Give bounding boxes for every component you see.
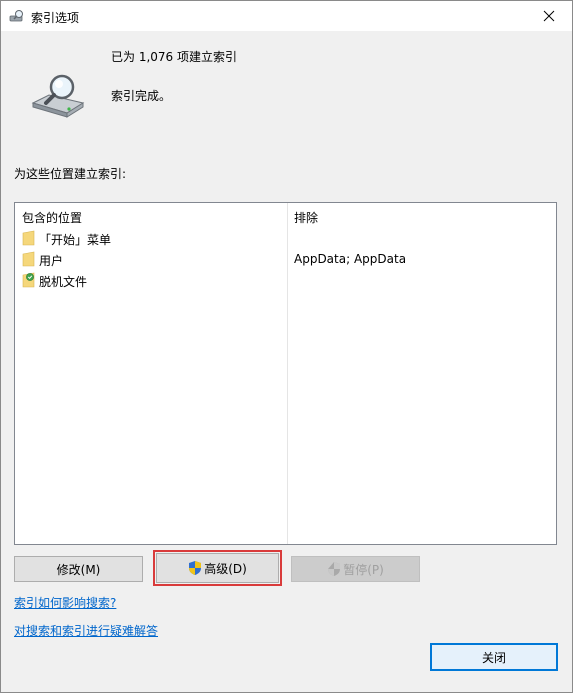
list-item[interactable]: 脱机文件 bbox=[15, 270, 556, 290]
location-name: 「开始」菜单 bbox=[39, 233, 112, 247]
pause-button-label: 暂停(P) bbox=[343, 562, 384, 577]
modify-button-label: 修改(M) bbox=[56, 562, 101, 577]
uac-shield-icon bbox=[189, 561, 202, 575]
list-item[interactable]: 「开始」菜单 bbox=[15, 228, 556, 248]
indexing-options-window: 索引选项 已为 1,076 项建立索引 索引完成。 为这些位置建立索引: 包含的… bbox=[0, 0, 573, 693]
title-bar[interactable]: 索引选项 bbox=[1, 1, 572, 31]
modify-button[interactable]: 修改(M) bbox=[14, 556, 143, 582]
location-name: 用户 bbox=[39, 254, 64, 268]
column-header-included[interactable]: 包含的位置 bbox=[22, 209, 82, 226]
list-item[interactable]: 用户 AppData; AppData bbox=[15, 249, 556, 269]
offline-files-icon bbox=[22, 272, 35, 288]
close-icon bbox=[543, 10, 555, 22]
uac-shield-icon bbox=[328, 562, 341, 576]
advanced-button-label: 高级(D) bbox=[204, 561, 247, 576]
folder-icon bbox=[22, 230, 35, 246]
how-indexing-affects-search-link[interactable]: 索引如何影响搜索? bbox=[14, 594, 116, 611]
index-status-text: 索引完成。 bbox=[111, 89, 172, 103]
close-button[interactable]: 关闭 bbox=[430, 643, 558, 671]
close-window-button[interactable] bbox=[526, 1, 572, 31]
window-title: 索引选项 bbox=[31, 11, 80, 25]
locations-label: 为这些位置建立索引: bbox=[14, 167, 127, 181]
search-drive-icon bbox=[9, 10, 23, 22]
index-locations-list[interactable]: 包含的位置 排除 「开始」菜单 用户 AppData; AppData 脱机文件 bbox=[14, 202, 557, 545]
troubleshoot-search-link[interactable]: 对搜索和索引进行疑难解答 bbox=[14, 622, 158, 639]
exclusion-text: AppData; AppData bbox=[294, 252, 407, 266]
location-name: 脱机文件 bbox=[39, 275, 88, 289]
indexing-drive-icon bbox=[31, 74, 85, 118]
column-header-excluded[interactable]: 排除 bbox=[294, 209, 318, 226]
folder-icon bbox=[22, 251, 35, 267]
index-count-text: 已为 1,076 项建立索引 bbox=[111, 50, 237, 64]
advanced-button[interactable]: 高级(D) bbox=[156, 553, 279, 583]
close-button-label: 关闭 bbox=[481, 650, 506, 665]
pause-button[interactable]: 暂停(P) bbox=[291, 556, 420, 582]
